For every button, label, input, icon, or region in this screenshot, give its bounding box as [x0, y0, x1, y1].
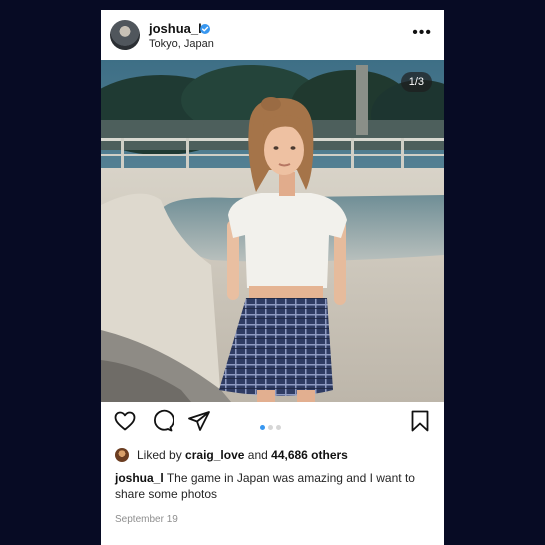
likes-conjunction: and: [247, 448, 268, 462]
liker-avatar[interactable]: [115, 448, 129, 462]
likes-prefix: Liked by: [137, 448, 182, 462]
avatar[interactable]: [110, 20, 140, 50]
heart-icon[interactable]: [113, 409, 137, 433]
carousel-dot: [268, 425, 273, 430]
verified-badge-icon: [200, 24, 210, 34]
photo-counter: 1/3: [400, 72, 432, 92]
share-icon[interactable]: [187, 409, 211, 433]
liker-username[interactable]: craig_love: [185, 448, 244, 462]
post-card: joshua_l Tokyo, Japan ••• 1/3 Liked by c…: [101, 10, 444, 545]
likes-count[interactable]: 44,686 others: [271, 448, 348, 462]
post-actions: [101, 405, 444, 435]
post-photo[interactable]: 1/3: [101, 60, 444, 402]
carousel-dot: [276, 425, 281, 430]
caption-username[interactable]: joshua_l: [115, 471, 164, 485]
carousel-dot: [260, 425, 265, 430]
post-caption: joshua_l The game in Japan was amazing a…: [115, 470, 433, 502]
carousel-indicator: [260, 417, 284, 435]
post-date: September 19: [115, 514, 178, 525]
post-username[interactable]: joshua_l: [149, 21, 202, 36]
comment-icon[interactable]: [150, 409, 174, 433]
bookmark-icon[interactable]: [408, 409, 432, 433]
likes-text[interactable]: Liked by craig_love and 44,686 others: [137, 448, 348, 462]
post-header: joshua_l Tokyo, Japan •••: [101, 10, 444, 60]
more-options-icon[interactable]: •••: [412, 24, 432, 42]
post-location[interactable]: Tokyo, Japan: [149, 38, 214, 50]
